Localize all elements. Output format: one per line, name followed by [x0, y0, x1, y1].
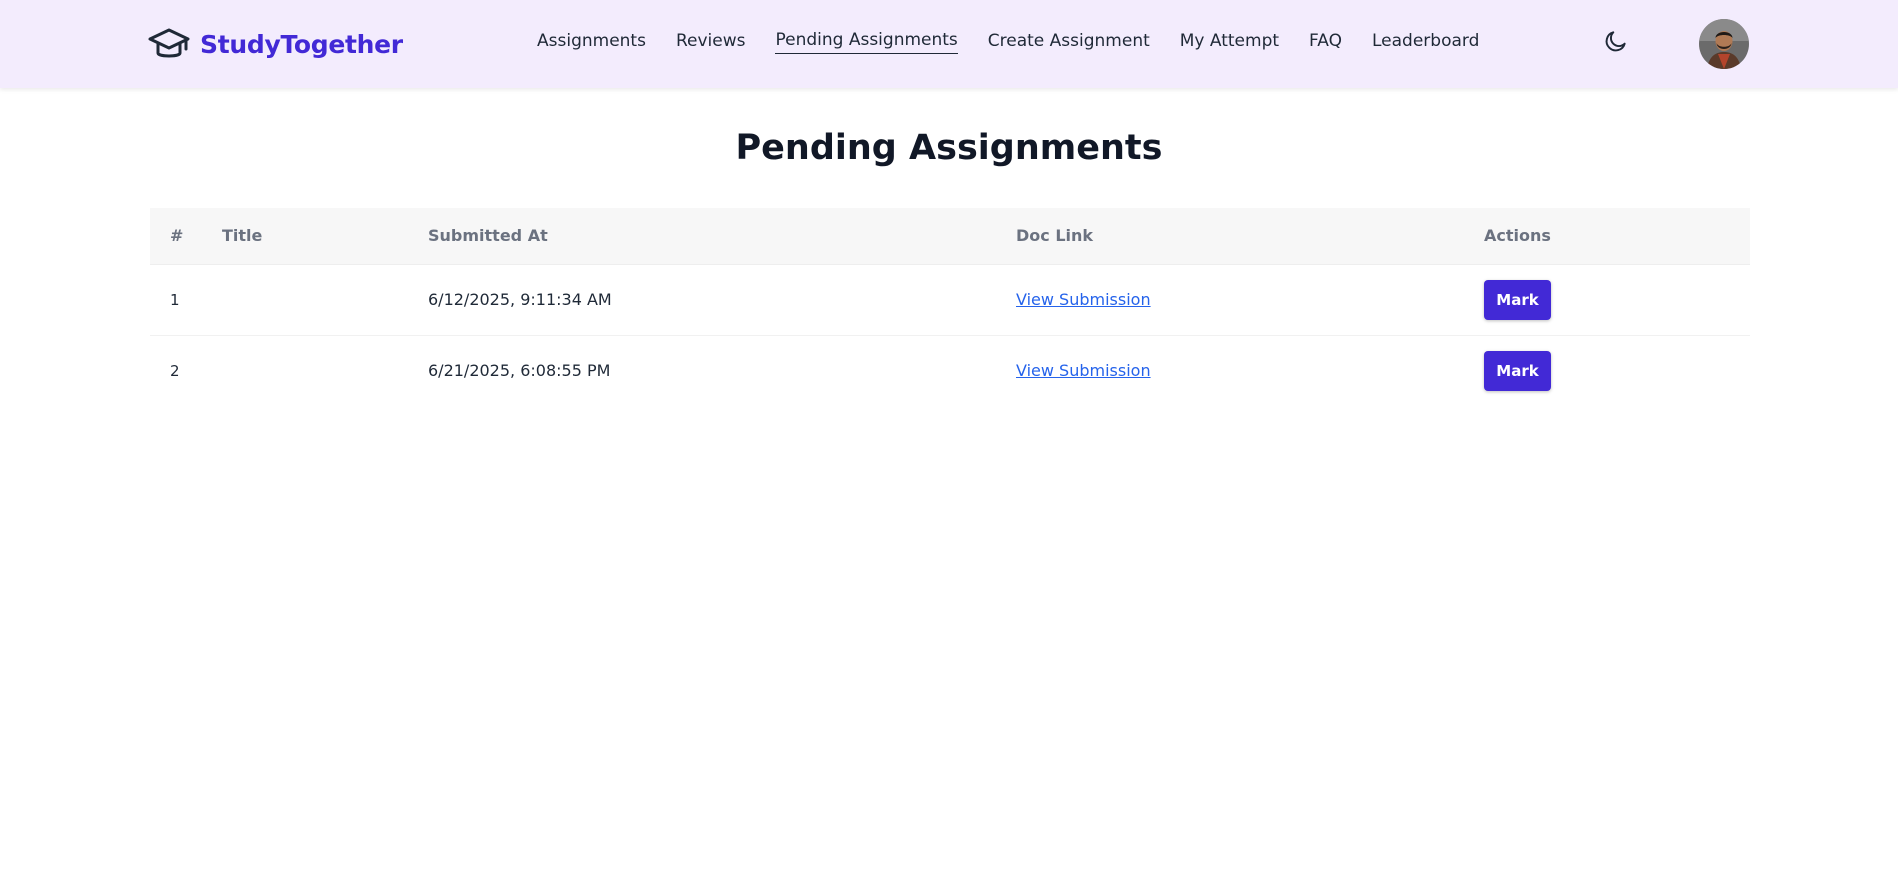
nav-reviews[interactable]: Reviews [676, 31, 746, 54]
column-header-submitted-at: Submitted At [408, 208, 996, 265]
nav-my-attempt[interactable]: My Attempt [1180, 31, 1279, 54]
view-submission-link[interactable]: View Submission [1016, 361, 1151, 380]
graduation-cap-icon [148, 27, 190, 61]
mark-button[interactable]: Mark [1484, 279, 1551, 320]
row-number: 2 [170, 361, 180, 380]
nav-leaderboard[interactable]: Leaderboard [1372, 31, 1479, 54]
row-actions-cell: Mark [1464, 264, 1750, 335]
column-header-doc-link: Doc Link [996, 208, 1464, 265]
column-header-actions: Actions [1464, 208, 1750, 265]
row-submitted-at: 6/12/2025, 9:11:34 AM [428, 290, 612, 309]
row-title [202, 264, 408, 335]
table-row: 2 6/21/2025, 6:08:55 PM View Submission … [150, 335, 1750, 406]
nav-create-assignment[interactable]: Create Assignment [988, 31, 1150, 54]
page-title: Pending Assignments [735, 128, 1163, 168]
row-doc-link-cell: View Submission [996, 335, 1464, 406]
column-header-title: Title [202, 208, 408, 265]
nav-faq[interactable]: FAQ [1309, 31, 1342, 54]
pending-assignments-table: # Title Submitted At Doc Link Actions 1 … [150, 208, 1750, 406]
table-header-row: # Title Submitted At Doc Link Actions [150, 208, 1750, 265]
row-actions-cell: Mark [1464, 335, 1750, 406]
view-submission-link[interactable]: View Submission [1016, 290, 1151, 309]
brand-name: StudyTogether [200, 29, 403, 59]
main-nav: Assignments Reviews Pending Assignments … [537, 30, 1509, 54]
row-submitted-at: 6/21/2025, 6:08:55 PM [428, 361, 611, 381]
row-title [202, 335, 408, 406]
moon-icon[interactable] [1603, 28, 1629, 54]
table-row: 1 6/12/2025, 9:11:34 AM View Submission … [150, 264, 1750, 335]
user-avatar[interactable] [1699, 19, 1749, 69]
mark-button[interactable]: Mark [1484, 350, 1551, 391]
nav-pending-assignments[interactable]: Pending Assignments [775, 30, 958, 54]
navbar: StudyTogether Assignments Reviews Pendin… [0, 0, 1898, 88]
row-number: 1 [170, 290, 180, 309]
brand-logo-link[interactable]: StudyTogether [148, 24, 403, 64]
row-doc-link-cell: View Submission [996, 264, 1464, 335]
nav-assignments[interactable]: Assignments [537, 31, 646, 54]
column-header-number: # [150, 208, 202, 265]
